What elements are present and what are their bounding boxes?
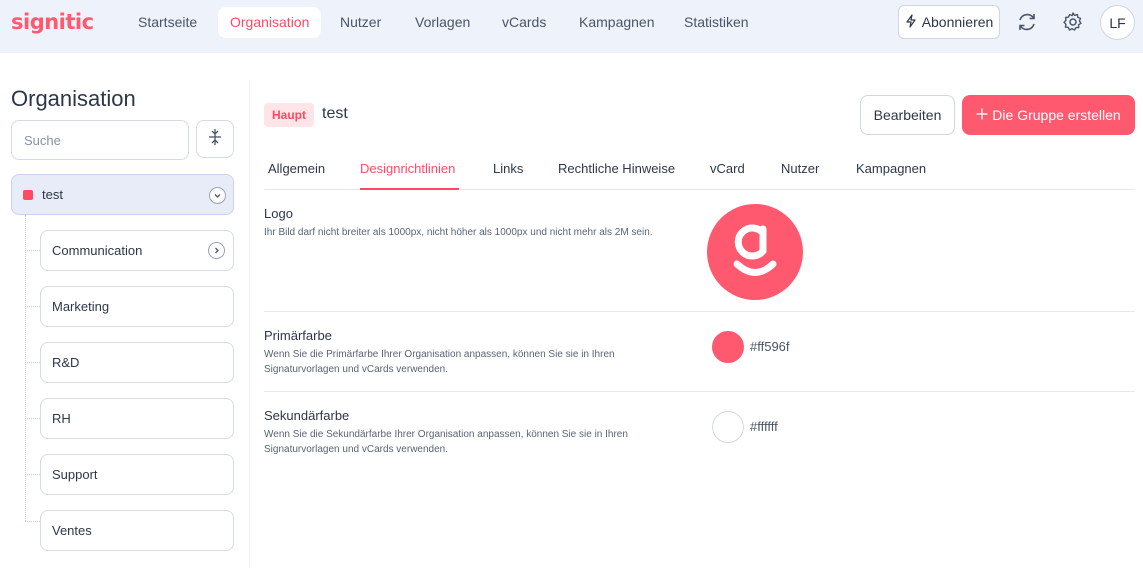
tab-rechtliche-hinweise[interactable]: Rechtliche Hinweise <box>558 161 675 176</box>
tab-designrichtlinien[interactable]: Designrichtlinien <box>360 161 455 176</box>
tree-item-label: Marketing <box>52 299 110 314</box>
create-group-button[interactable]: Die Gruppe erstellen <box>962 95 1135 135</box>
search-input[interactable] <box>11 120 189 160</box>
tree-item-rd[interactable]: R&D <box>40 342 234 383</box>
sidebar-title: Organisation <box>11 86 136 111</box>
chevron-down-icon[interactable] <box>209 187 226 204</box>
nav-vorlagen[interactable]: Vorlagen <box>403 7 482 38</box>
plus-icon <box>976 107 988 123</box>
tree-item-label: Ventes <box>52 523 92 538</box>
group-title: test <box>322 105 348 122</box>
gear-icon[interactable] <box>1059 8 1087 36</box>
nav-kampagnen[interactable]: Kampagnen <box>567 7 667 38</box>
tree-connector <box>25 215 26 521</box>
nav-organisation[interactable]: Organisation <box>218 7 322 38</box>
secondary-color-title: Sekundärfarbe <box>264 408 350 423</box>
tree-connector <box>25 362 40 363</box>
sync-icon[interactable] <box>1013 8 1041 36</box>
tree-item-label: RH <box>52 411 71 426</box>
primary-color-hex[interactable]: #ff596f <box>750 339 790 354</box>
tree-item-rh[interactable]: RH <box>40 398 234 439</box>
tree-connector <box>25 306 40 307</box>
logo-description: Ihr Bild darf nicht breiter als 1000px, … <box>264 227 653 238</box>
organisation-logo[interactable] <box>707 204 803 300</box>
tree-item-label: R&D <box>52 355 80 370</box>
collapse-icon <box>207 128 223 151</box>
collapse-all-button[interactable] <box>196 120 234 158</box>
subscribe-button[interactable]: Abonnieren <box>898 5 1000 39</box>
top-bar: signitic Startseite Organisation Nutzer … <box>0 0 1143 53</box>
lightning-icon <box>905 13 917 31</box>
subscribe-label: Abonnieren <box>921 14 994 30</box>
group-color-square <box>23 190 33 200</box>
secondary-color-description: Wenn Sie die Sekundärfarbe Ihrer Organis… <box>264 429 628 455</box>
logo-title: Logo <box>264 206 293 221</box>
tree-connector <box>25 474 40 475</box>
tab-nutzer[interactable]: Nutzer <box>781 161 819 176</box>
primary-color-swatch[interactable] <box>712 331 744 363</box>
app-logo[interactable]: signitic <box>11 10 94 34</box>
tree-item-ventes[interactable]: Ventes <box>40 510 234 551</box>
nav-vcards[interactable]: vCards <box>490 7 558 38</box>
primary-color-description: Wenn Sie die Primärfarbe Ihrer Organisat… <box>264 349 615 375</box>
tab-allgemein[interactable]: Allgemein <box>268 161 325 176</box>
secondary-color-hex[interactable]: #ffffff <box>750 419 778 434</box>
tree-root-label: test <box>42 187 63 202</box>
nav-startseite[interactable]: Startseite <box>126 7 209 38</box>
avatar[interactable]: LF <box>1100 5 1135 40</box>
tree-item-communication[interactable]: Communication <box>40 230 234 271</box>
tree-connector <box>25 250 40 251</box>
primary-color-title: Primärfarbe <box>264 328 332 343</box>
tree-item-marketing[interactable]: Marketing <box>40 286 234 327</box>
active-tab-indicator <box>360 188 459 190</box>
row-separator <box>264 391 1135 392</box>
tab-vcard[interactable]: vCard <box>710 161 745 176</box>
tree-root-item[interactable]: test <box>11 174 234 215</box>
chevron-right-icon[interactable] <box>208 242 225 259</box>
nav-nutzer[interactable]: Nutzer <box>328 7 393 38</box>
tab-kampagnen[interactable]: Kampagnen <box>856 161 926 176</box>
create-group-label: Die Gruppe erstellen <box>992 107 1121 123</box>
main-group-badge: Haupt <box>264 103 314 127</box>
tree-item-label: Communication <box>52 243 143 258</box>
tree-connector <box>25 521 40 522</box>
signitic-g-logo-icon <box>733 224 777 276</box>
tree-item-support[interactable]: Support <box>40 454 234 495</box>
tree-item-label: Support <box>52 467 98 482</box>
tab-links[interactable]: Links <box>493 161 523 176</box>
row-separator <box>264 311 1135 312</box>
tree-connector <box>25 418 40 419</box>
sidebar-divider <box>249 80 250 568</box>
nav-statistiken[interactable]: Statistiken <box>672 7 761 38</box>
edit-button[interactable]: Bearbeiten <box>860 95 955 135</box>
secondary-color-swatch[interactable] <box>712 411 744 443</box>
